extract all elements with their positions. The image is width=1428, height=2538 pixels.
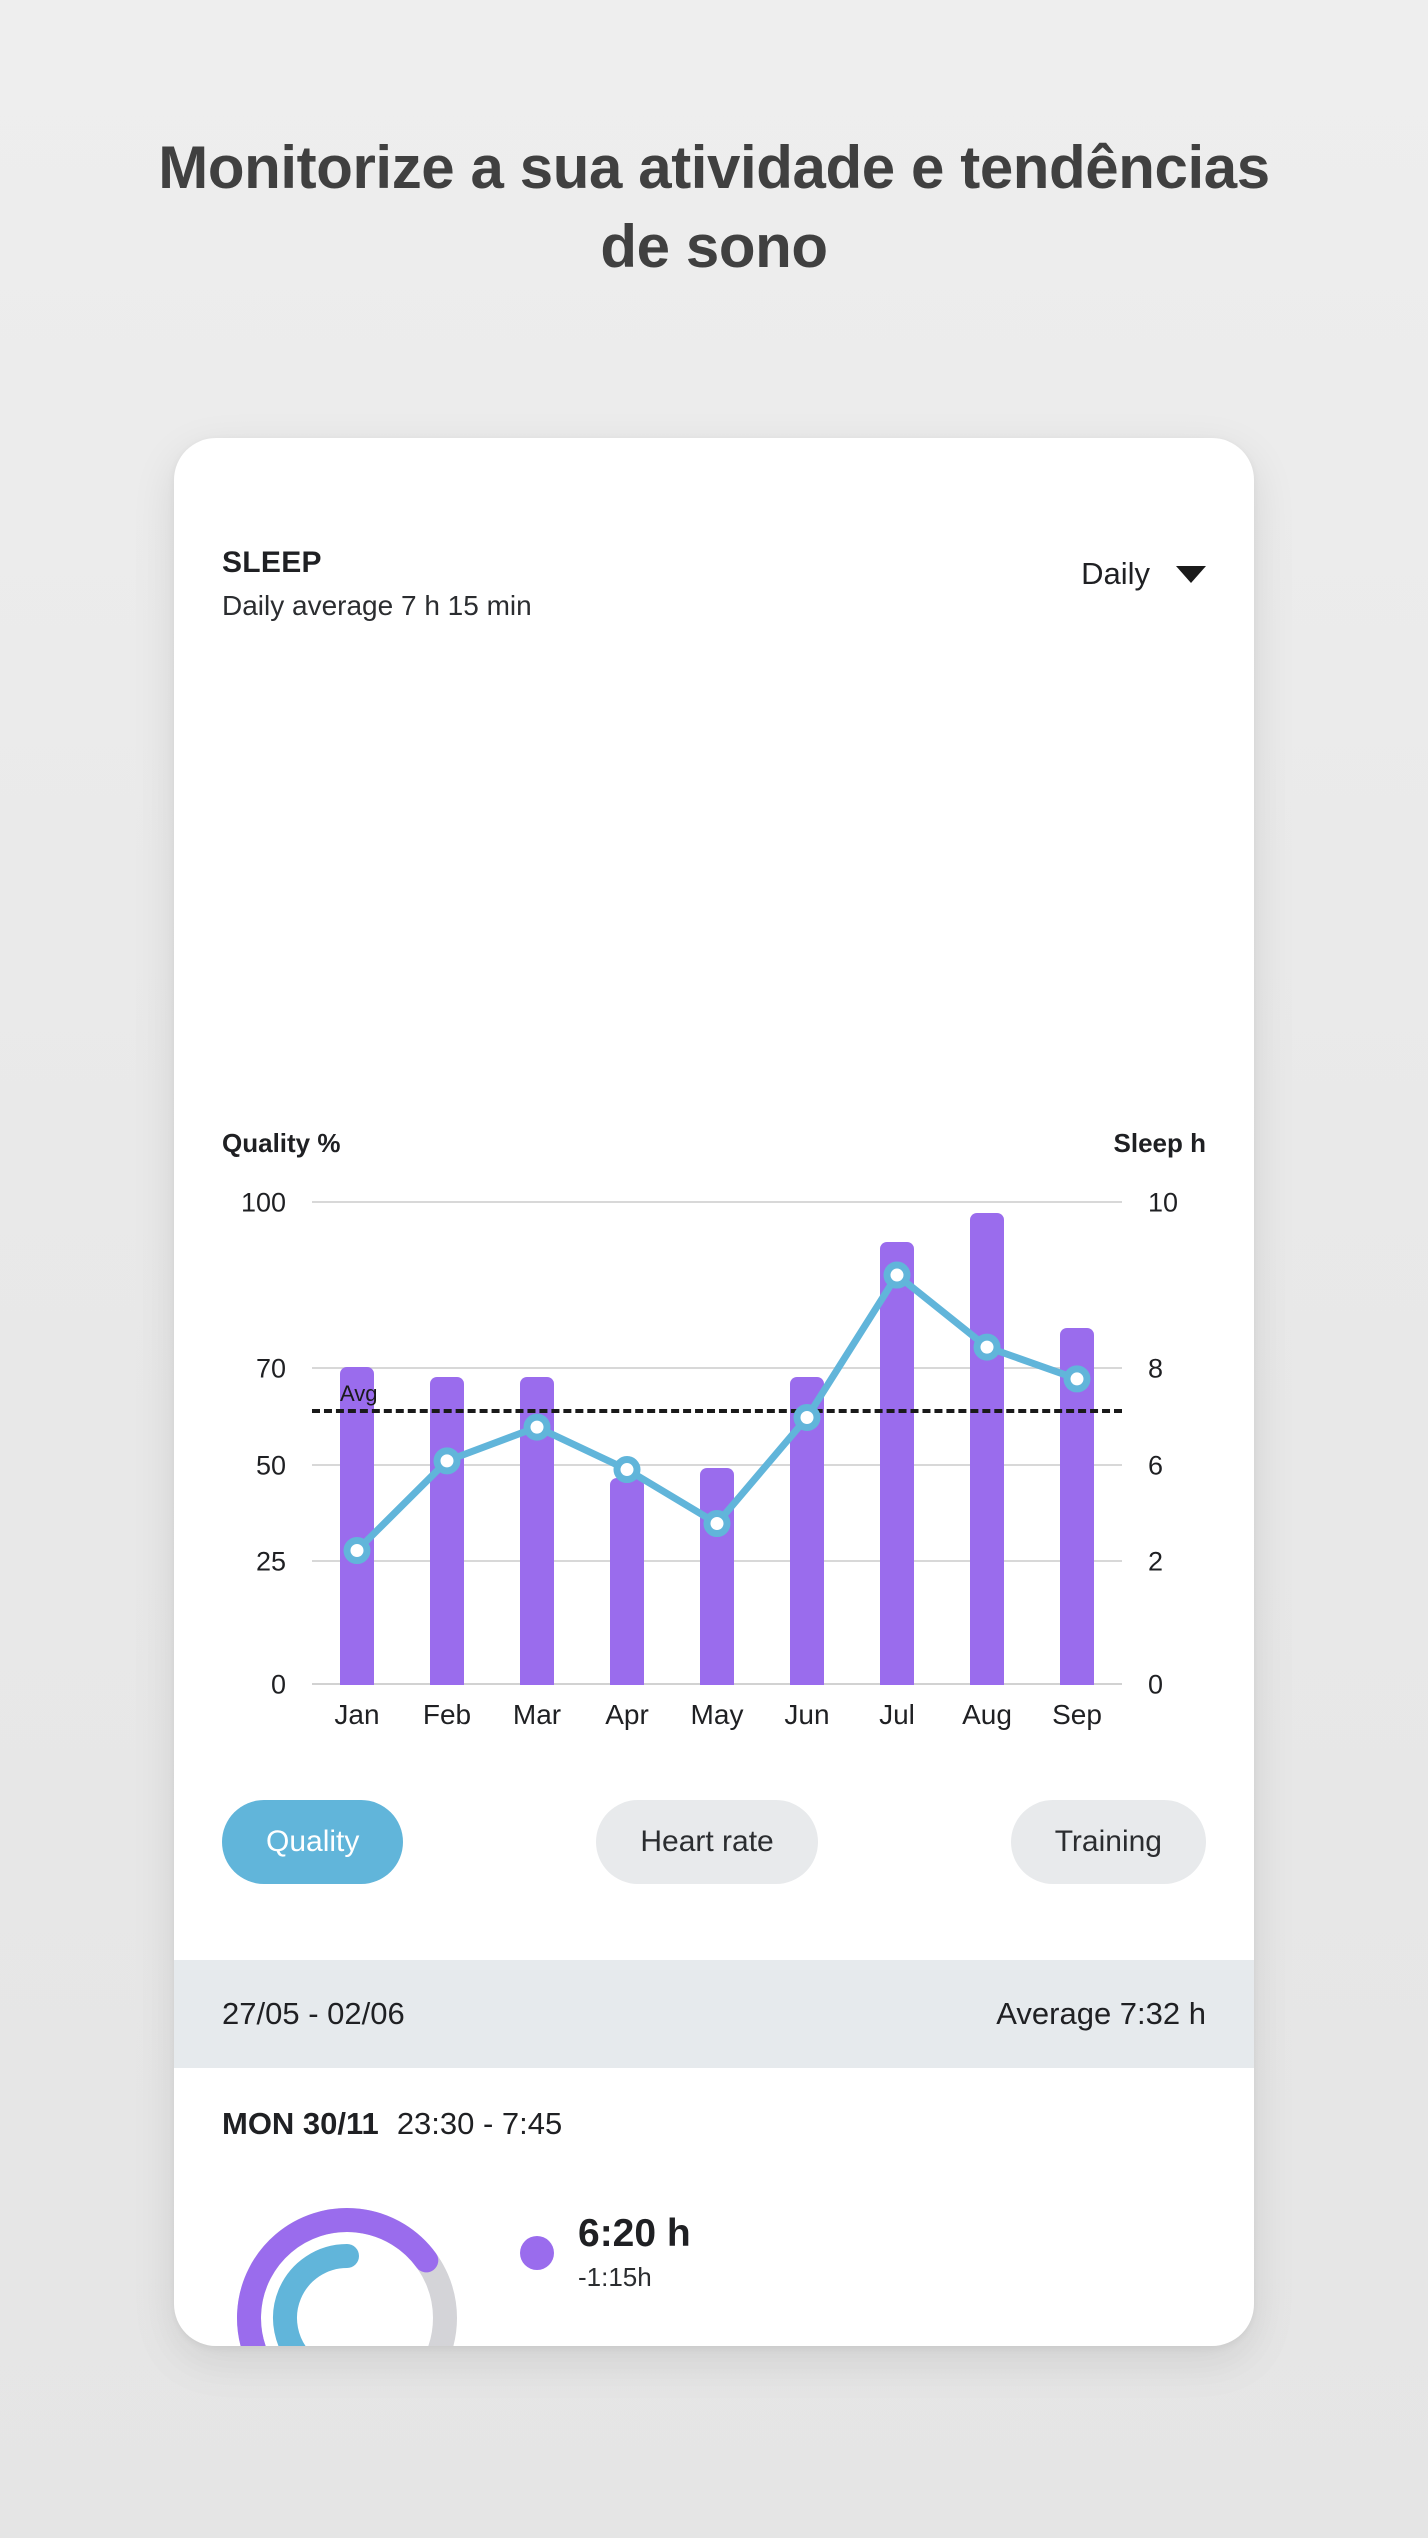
y-axis-tick-left: 50 [255,1450,286,1481]
metric-tab-quality[interactable]: Quality [222,1800,404,1884]
chart-data-point[interactable] [613,1456,641,1484]
y-axis-tick-left: 70 [255,1353,286,1384]
left-axis-caption: Quality % [222,1128,341,1158]
x-axis-tick: Jun [784,1699,830,1730]
chart-plot-area: Jan Feb Mar Apr May Jun Jul Aug Sep 0 0 25 2 50 6 70 8 1… [241,1188,1178,1731]
x-axis-tick: Apr [605,1699,649,1730]
x-axis-tick: Sep [1052,1699,1102,1730]
summary-band: 27/05 - 02/06 Average 7:32 h [174,1960,1254,2068]
chart-data-point[interactable] [1063,1365,1091,1393]
metric-tab-training[interactable]: Training [1010,1800,1206,1884]
card-subtitle: Daily average 7 h 15 min [222,590,532,621]
stat-value: 6:20 h [578,2212,691,2256]
card-header: SLEEP Daily average 7 h 15 min Daily [222,546,1206,642]
y-axis-tick-right: 6 [1148,1450,1164,1481]
chart-data-point[interactable] [343,1537,371,1565]
x-axis-tick: Mar [512,1699,562,1730]
right-axis-caption: Sleep h [1113,1128,1206,1158]
chevron-down-icon [1176,565,1206,583]
stat-list: 6:20 h -1:15h 65 %Quality: Good [520,2212,737,2346]
period-label: Daily [1081,556,1150,591]
x-axis-tick: Aug [962,1699,1012,1730]
chart-data-point[interactable] [703,1510,731,1538]
sleep-gauge-icon [237,2208,457,2346]
metric-tab-heart-rate[interactable]: Heart rate [596,1800,818,1884]
page-title: Monitorize a sua atividade e tendências … [158,134,1270,281]
y-axis-tick-left: 0 [270,1669,286,1700]
gauge-inner-value [273,2244,359,2346]
chart-data-point[interactable] [973,1333,1001,1361]
detail-day: MON 30/11 [222,2106,379,2141]
chart-line-series [343,1261,1091,1565]
x-axis-tick: Jan [334,1699,380,1730]
chart-data-point[interactable] [433,1447,461,1475]
chart-data-point[interactable] [793,1403,821,1431]
axis-captions: Quality % Sleep h [174,1128,1254,1159]
y-axis-tick-right: 8 [1148,1353,1164,1384]
x-axis-tick: May [690,1699,744,1730]
stat-value: 65 % [578,2343,737,2346]
detail-stats: 6:20 h -1:15h 65 %Quality: Good [222,2193,1206,2346]
stat-item: 65 %Quality: Good [520,2343,737,2346]
chart-x-axis: Jan Feb Mar Apr May Jun Jul Aug Sep [312,1699,1122,1743]
average-value: Average 7:32 h [996,1996,1206,2031]
stat-item: 6:20 h -1:15h [520,2212,737,2293]
y-axis-tick-right: 2 [1148,1546,1164,1577]
card-title: SLEEP [222,546,322,579]
x-axis-tick: Feb [422,1699,472,1730]
stat-subtext: -1:15h [578,2262,652,2292]
page-root: Monitorize a sua atividade e tendências … [0,0,1428,2538]
metric-tabs: Quality Heart rate Training [222,1800,1206,1884]
sleep-card: SLEEP Daily average 7 h 15 min Daily Qua… [174,438,1254,2346]
stat-dot-icon [520,2235,554,2270]
chart-data-point[interactable] [523,1413,551,1441]
y-axis-tick-left: 100 [240,1187,286,1218]
detail-time-range: 23:30 - 7:45 [396,2106,563,2141]
chart-data-point[interactable] [883,1261,911,1289]
y-axis-tick-right: 0 [1148,1669,1164,1700]
x-axis-tick: Jul [879,1699,915,1730]
y-axis-tick-left: 25 [255,1546,286,1577]
sleep-chart[interactable]: Jan Feb Mar Apr May Jun Jul Aug Sep 0 0 25 2 50 6 70 8 1… [222,1183,1206,1743]
detail-header: MON 30/11 23:30 - 7:45 [222,2106,562,2142]
date-range: 27/05 - 02/06 [222,1996,405,2031]
y-axis-tick-right: 10 [1148,1187,1179,1218]
period-dropdown[interactable]: Daily [1081,556,1206,592]
